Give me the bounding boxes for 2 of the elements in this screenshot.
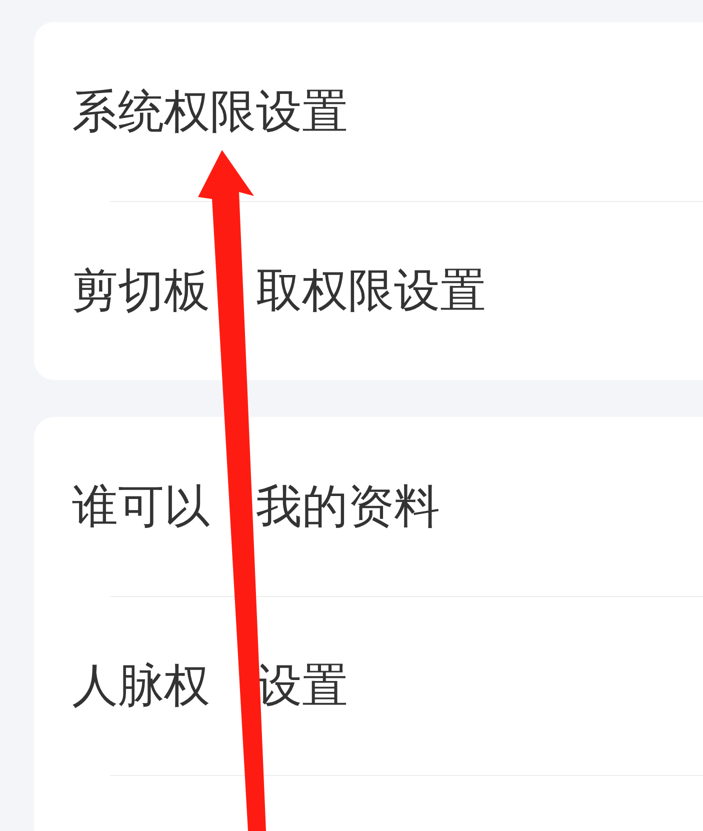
settings-item[interactable]: 系统权限设置: [34, 22, 703, 201]
settings-item[interactable]: 谁可以 我的资料: [34, 417, 703, 596]
